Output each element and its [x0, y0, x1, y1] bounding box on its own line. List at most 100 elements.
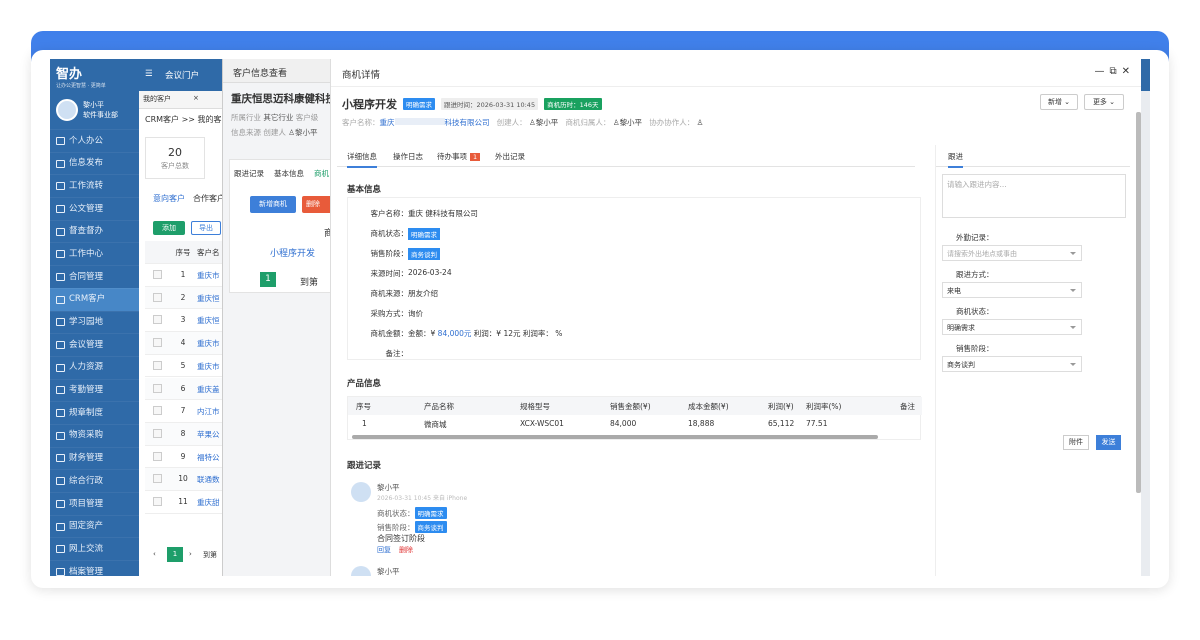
tab-my-customers[interactable]: 我的客户: [143, 94, 171, 104]
menu-icon: [56, 250, 65, 259]
row-name-link[interactable]: 重庆市: [197, 270, 220, 281]
stat-value: 20: [168, 146, 182, 159]
next-icon[interactable]: ›: [189, 550, 192, 558]
nav-portal[interactable]: 会议门户: [165, 69, 199, 81]
tab-log[interactable]: 操作日志: [393, 151, 423, 162]
row-name-link[interactable]: 内江市: [197, 406, 220, 417]
row-checkbox[interactable]: [153, 338, 162, 348]
row-checkbox[interactable]: [153, 270, 162, 279]
tab-close-icon[interactable]: ×: [193, 94, 199, 102]
prev-icon[interactable]: ‹: [153, 550, 156, 558]
opp-row-link[interactable]: 小程序开发: [270, 246, 315, 259]
row-no: 11: [178, 497, 188, 506]
close-icon[interactable]: ✕: [1122, 66, 1135, 77]
tab-todo[interactable]: 待办事项 1: [437, 151, 481, 162]
sidebar-item-15[interactable]: 综合行政: [50, 469, 139, 492]
tab-detail[interactable]: 详细信息: [347, 151, 377, 168]
product-scrollbar[interactable]: [352, 435, 878, 439]
row-checkbox[interactable]: [153, 451, 162, 461]
sidebar-item-17[interactable]: 固定资产: [50, 514, 139, 538]
col-no: 序号: [175, 248, 191, 257]
row-checkbox[interactable]: [153, 406, 162, 416]
row-no: 4: [180, 338, 186, 348]
row-name-link[interactable]: 重庆甜: [197, 497, 220, 508]
method-select[interactable]: 来电: [942, 282, 1082, 298]
tab-followups[interactable]: 跟进记录: [234, 168, 264, 179]
stage-select[interactable]: 商务谈判: [942, 356, 1082, 372]
user-box[interactable]: 黎小平 软件事业部: [50, 91, 139, 129]
row-checkbox[interactable]: [153, 315, 162, 325]
sidebar-item-13[interactable]: 物资采购: [50, 423, 139, 447]
tab-intent[interactable]: 意向客户: [153, 193, 185, 204]
sidebar-item-4[interactable]: 督查督办: [50, 219, 139, 243]
sidebar-item-8[interactable]: 学习园地: [50, 310, 139, 334]
sidebar-item-5[interactable]: 工作中心: [50, 242, 139, 265]
stat-label: 客户总数: [161, 162, 189, 170]
product-cell: 微商城: [424, 420, 447, 429]
product-col-header: 利润(¥): [768, 402, 794, 411]
sidebar-item-16[interactable]: 项目管理: [50, 492, 139, 515]
more-dropdown-button[interactable]: 更多 ⌄: [1084, 94, 1124, 110]
status-select[interactable]: 明确需求: [942, 319, 1082, 335]
opp-meta: 客户名称：重庆 科技有限公司 创建人： ♙黎小平 商机归属人： ♙黎小平 协办协作…: [342, 117, 703, 128]
sidebar-item-18[interactable]: 网上交流: [50, 537, 139, 560]
tab-opps[interactable]: 商机: [314, 168, 329, 179]
menu-icon: [56, 341, 65, 350]
delete-link[interactable]: 删除: [399, 545, 413, 555]
menu-toggle-icon[interactable]: ☰: [145, 69, 153, 79]
row-checkbox[interactable]: [153, 428, 162, 438]
new-dropdown-button[interactable]: 新增 ⌄: [1040, 94, 1078, 110]
add-button[interactable]: 添加: [153, 221, 185, 235]
tab-outing[interactable]: 外出记录: [495, 151, 525, 162]
tab-basic[interactable]: 基本信息: [274, 168, 304, 179]
sidebar-item-12[interactable]: 规章制度: [50, 401, 139, 424]
sidebar-item-0[interactable]: 个人办公: [50, 129, 139, 152]
attach-button[interactable]: 附件: [1063, 435, 1089, 450]
sidebar-item-6[interactable]: 合同管理: [50, 265, 139, 288]
sidebar-item-19[interactable]: 档案管理: [50, 560, 139, 576]
sidebar-item-9[interactable]: 会议管理: [50, 333, 139, 356]
tab-coop[interactable]: 合作客户: [193, 193, 225, 204]
row-name-link[interactable]: 福特公: [197, 452, 220, 463]
breadcrumb-text: CRM客户 >> 我的客: [145, 115, 222, 124]
row-name-link[interactable]: 重庆市: [197, 338, 220, 349]
sidebar-item-7[interactable]: CRM客户: [50, 287, 139, 311]
field-key: 来源时间：: [370, 269, 409, 278]
followup-tab-label[interactable]: 跟进: [948, 151, 963, 168]
row-name-link[interactable]: 重庆盖: [197, 384, 220, 395]
outing-select[interactable]: 请搜索外出地点或事由: [942, 245, 1082, 261]
row-checkbox[interactable]: [153, 292, 162, 302]
sidebar-item-11[interactable]: 考勤管理: [50, 378, 139, 402]
sidebar-item-1[interactable]: 信息发布: [50, 151, 139, 175]
field-key: 备注：: [385, 349, 409, 358]
page-current[interactable]: 1: [167, 547, 183, 562]
export-button[interactable]: 导出: [191, 221, 221, 235]
minimize-icon[interactable]: —: [1094, 66, 1109, 77]
reply-link[interactable]: 回复: [377, 545, 391, 555]
sidebar-item-3[interactable]: 公文管理: [50, 197, 139, 220]
menu-icon: [56, 477, 65, 486]
sidebar-item-10[interactable]: 人力资源: [50, 355, 139, 379]
row-name-link[interactable]: 苹果公: [197, 429, 220, 440]
send-button[interactable]: 发送: [1096, 435, 1121, 450]
followup-content-input[interactable]: 请输入跟进内容...: [942, 174, 1126, 218]
opp-page-current[interactable]: 1: [260, 272, 276, 287]
new-opp-button[interactable]: 新增商机: [250, 196, 296, 213]
owner-value: 黎小平: [619, 118, 643, 127]
row-name-link[interactable]: 联通数: [197, 474, 220, 485]
row-checkbox[interactable]: [153, 360, 162, 370]
maximize-icon[interactable]: ⧉: [1109, 66, 1121, 77]
row-checkbox[interactable]: [153, 383, 162, 393]
sidebar-item-2[interactable]: 工作流转: [50, 174, 139, 197]
sidebar-item-14[interactable]: 财务管理: [50, 446, 139, 470]
delete-opp-button[interactable]: 删除: [302, 196, 332, 213]
row-name-link[interactable]: 重庆恒: [197, 315, 220, 326]
cust-link[interactable]: 重庆: [380, 118, 395, 127]
row-checkbox[interactable]: [153, 497, 162, 506]
cust-link-2[interactable]: 科技有限公司: [445, 118, 490, 127]
row-name-link[interactable]: 重庆恒: [197, 293, 220, 304]
row-checkbox[interactable]: [153, 474, 162, 484]
row-name-link[interactable]: 重庆市: [197, 361, 220, 372]
detail-scrollbar[interactable]: [1136, 112, 1141, 493]
person-icon[interactable]: ♙: [697, 118, 704, 127]
